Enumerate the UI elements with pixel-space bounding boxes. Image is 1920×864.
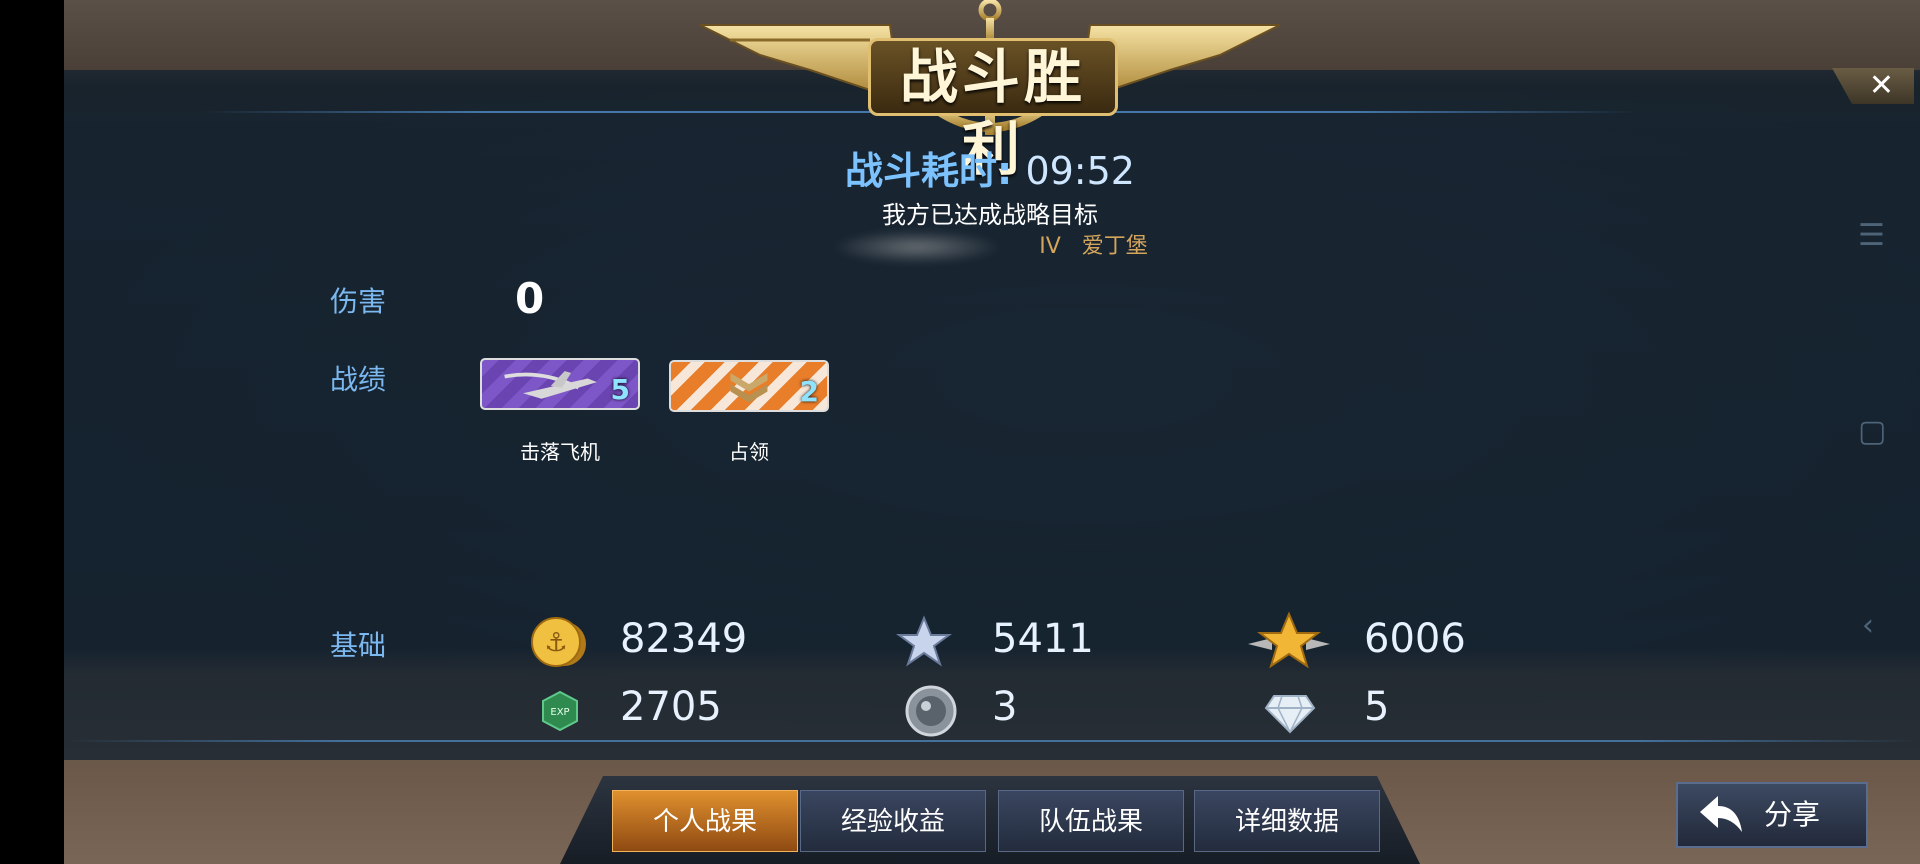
- achievement-planes-shot[interactable]: 5: [480, 358, 640, 410]
- diamond-value: 5: [1364, 684, 1390, 730]
- achievement-label: 占领: [729, 440, 769, 464]
- tab-team-results[interactable]: 队伍战果: [998, 790, 1184, 852]
- damage-value: 0: [515, 274, 545, 323]
- battle-duration: 战斗耗时: 09:52: [700, 140, 1280, 195]
- tab-experience-gain[interactable]: 经验收益: [800, 790, 986, 852]
- base-label: 基础: [330, 629, 387, 662]
- achievement-capture[interactable]: 2: [669, 360, 829, 412]
- menu-icon[interactable]: ☰: [1858, 218, 1885, 253]
- record-label: 战绩: [330, 363, 387, 396]
- square-icon[interactable]: ▢: [1858, 414, 1886, 449]
- exp-value: 2705: [620, 684, 722, 730]
- panel-bottom-divider: [64, 740, 1920, 742]
- redacted-player-name: [832, 230, 1003, 264]
- gold-star-value: 6006: [1364, 616, 1466, 662]
- diamond-icon: [1264, 695, 1316, 734]
- silver-value: 82349: [620, 616, 748, 662]
- victory-title: 战斗胜利: [868, 38, 1118, 183]
- battle-duration-value: 09:52: [1025, 149, 1135, 193]
- svg-text:⚓: ⚓: [544, 628, 567, 658]
- exp-icon: EXP: [542, 690, 578, 732]
- ship-name: 爱丁堡: [1081, 234, 1148, 259]
- left-black-bar: [0, 0, 64, 864]
- chevron-left-icon[interactable]: ‹: [1862, 608, 1874, 643]
- gold-winged-star-icon: [1248, 611, 1330, 669]
- medal-value: 3: [992, 684, 1018, 730]
- tab-personal-results[interactable]: 个人战果: [612, 790, 798, 852]
- damage-label: 伤害: [330, 285, 387, 318]
- ship-tier: IV: [1039, 234, 1061, 259]
- share-button[interactable]: 分享: [1676, 782, 1868, 848]
- svg-text:EXP: EXP: [550, 707, 569, 718]
- battle-result-text: 我方已达成战略目标: [882, 201, 1098, 229]
- steel-medal-icon: [905, 685, 957, 737]
- gold-coin-icon: ⚓: [531, 617, 586, 667]
- battle-duration-label: 战斗耗时:: [845, 149, 1013, 193]
- achievement-count: 5: [610, 373, 630, 406]
- ship-info: IV 爱丁堡: [700, 228, 1280, 264]
- achievement-count: 2: [799, 375, 819, 408]
- share-arrow-icon: [1700, 796, 1742, 832]
- share-label: 分享: [1764, 798, 1821, 831]
- victory-banner: 战斗胜利: [699, 0, 1281, 183]
- silver-star-value: 5411: [992, 616, 1094, 662]
- tab-detailed-data[interactable]: 详细数据: [1194, 790, 1380, 852]
- silver-star-icon: [896, 615, 952, 667]
- achievement-label: 击落飞机: [520, 440, 600, 464]
